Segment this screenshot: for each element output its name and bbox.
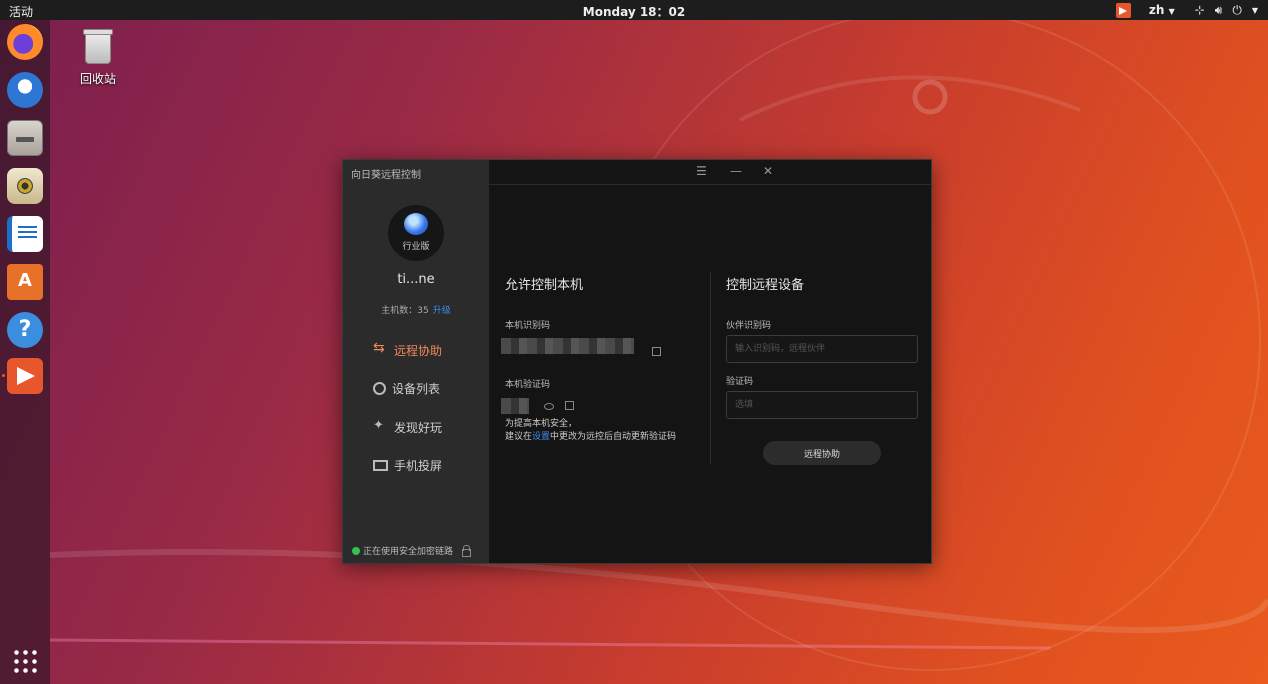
- help-icon[interactable]: ?: [7, 312, 43, 348]
- dock: A ?: [0, 20, 50, 684]
- nav-device-list[interactable]: 设备列表: [373, 378, 483, 398]
- language-label: zh: [1148, 3, 1165, 17]
- show-applications-icon[interactable]: [12, 648, 38, 674]
- desktop-trash[interactable]: 回收站: [78, 29, 118, 87]
- rhythmbox-icon[interactable]: [7, 168, 43, 204]
- secure-status: 正在使用安全加密链路: [352, 544, 472, 557]
- allow-control-title: 允许控制本机: [505, 278, 584, 293]
- host-count: 主机数：35 升级: [343, 303, 489, 316]
- clock[interactable]: Monday 18：02: [0, 3, 1268, 20]
- divider: [710, 272, 711, 464]
- copy-icon[interactable]: [652, 347, 661, 356]
- lock-icon[interactable]: [462, 544, 472, 557]
- username: ti...ne: [397, 272, 435, 287]
- nav-label: 设备列表: [392, 381, 441, 396]
- sidebar: 向日葵远程控制 行业版 ti...ne 主机数：35 升级 远程协助 设备列表 发…: [343, 160, 489, 563]
- note-text: 建议在: [505, 432, 533, 442]
- security-note: 为提高本机安全， 建议在设置中更改为远控后自动更新验证码: [505, 418, 676, 444]
- upgrade-link[interactable]: 升级: [433, 306, 451, 316]
- nav-discover[interactable]: 发现好玩: [373, 417, 483, 437]
- screen-cast-icon: [373, 459, 388, 471]
- tier-label: 行业版: [402, 242, 430, 252]
- files-icon[interactable]: [7, 120, 43, 156]
- security-note-line2: 建议在设置中更改为远控后自动更新验证码: [505, 431, 676, 444]
- remote-assist-button[interactable]: 远程协助: [763, 441, 881, 465]
- network-icon[interactable]: ⊹: [1195, 3, 1205, 17]
- logo-icon: [404, 213, 428, 235]
- avatar[interactable]: 行业版: [388, 205, 444, 261]
- trash-label: 回收站: [79, 72, 116, 86]
- discover-icon: [373, 418, 388, 434]
- volume-icon[interactable]: 🔊︎: [1215, 3, 1223, 18]
- security-note-line1: 为提高本机安全，: [505, 419, 578, 429]
- power-icon[interactable]: ⏻: [1232, 3, 1242, 18]
- chevron-down-icon: ▼: [1168, 7, 1175, 16]
- nav-label: 手机投屏: [394, 458, 443, 473]
- libreoffice-writer-icon[interactable]: [7, 216, 43, 252]
- trash-icon: [83, 29, 113, 64]
- note-text: 中更改为远控后自动更新验证码: [550, 432, 677, 442]
- thunderbird-icon[interactable]: [7, 72, 43, 108]
- minimize-button[interactable]: —: [730, 164, 742, 178]
- control-remote-title: 控制远程设备: [726, 278, 805, 293]
- swap-arrows-icon: [373, 340, 388, 357]
- settings-link[interactable]: 设置: [532, 432, 550, 442]
- partner-id-field[interactable]: [726, 335, 918, 363]
- nav-label: 远程协助: [394, 343, 443, 358]
- sunlogin-tray-icon[interactable]: [1115, 2, 1131, 18]
- verify-code-field[interactable]: [726, 391, 918, 419]
- device-id-value: [501, 338, 634, 354]
- close-button[interactable]: ✕: [763, 164, 773, 178]
- verify-code-input[interactable]: [727, 392, 917, 418]
- device-code-value: [501, 398, 529, 414]
- status-dot-icon: [352, 546, 360, 555]
- devices-icon: [373, 381, 386, 395]
- input-language[interactable]: zh ▼: [1149, 3, 1175, 17]
- window-title: 向日葵远程控制: [351, 170, 421, 181]
- nav-label: 发现好玩: [394, 420, 443, 435]
- firefox-icon[interactable]: [7, 24, 43, 60]
- eye-icon[interactable]: [544, 403, 554, 410]
- nav-screen-cast[interactable]: 手机投屏: [373, 455, 483, 475]
- sunlogin-icon[interactable]: [2, 358, 43, 394]
- title-bar: [489, 160, 931, 185]
- top-bar: 活动 Monday 18：02 zh ▼ ⊹ 🔊︎ ⏻ ▼: [0, 0, 1268, 20]
- partner-id-input[interactable]: [727, 336, 917, 362]
- secure-status-text: 正在使用安全加密链路: [363, 547, 454, 557]
- device-id-label: 本机识别码: [505, 321, 551, 331]
- partner-id-label: 伙伴识别码: [726, 321, 772, 331]
- nav-remote-assist[interactable]: 远程协助: [373, 340, 483, 360]
- software-store-icon[interactable]: A: [7, 264, 43, 300]
- verify-code-label: 验证码: [726, 377, 754, 387]
- sunlogin-window: 向日葵远程控制 行业版 ti...ne 主机数：35 升级 远程协助 设备列表 发…: [342, 159, 932, 564]
- device-code-label: 本机验证码: [505, 380, 551, 390]
- system-tray: zh ▼ ⊹ 🔊︎ ⏻ ▼: [1115, 0, 1258, 20]
- host-count-label: 主机数：35: [381, 306, 429, 316]
- menu-icon[interactable]: ☰: [696, 164, 707, 178]
- edit-icon[interactable]: [565, 401, 574, 410]
- system-menu-chevron-icon[interactable]: ▼: [1252, 6, 1258, 15]
